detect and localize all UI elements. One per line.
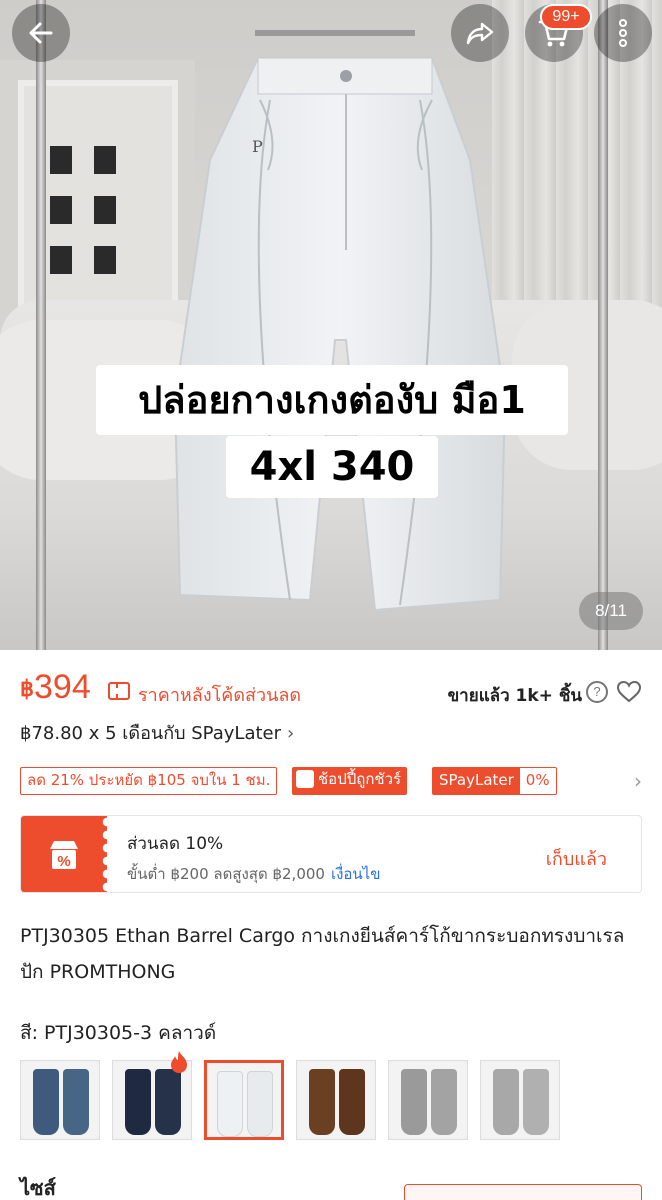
- product-page: P ปล่อยกางเกงต่องับ มือ1 4xl 340 8/11 99…: [0, 0, 662, 1200]
- voucher-title: ส่วนลด 10%: [127, 834, 224, 854]
- price-row: ฿394 ราคาหลังโค้ดส่วนลด ขายแล้ว 1k+ ชิ้น…: [20, 668, 642, 718]
- size-label: ไซส์: [20, 1176, 56, 1200]
- chevron-right-icon: ›: [287, 723, 295, 744]
- color-swatch-list: [20, 1060, 642, 1140]
- price-currency: ฿: [20, 676, 34, 701]
- installment-link[interactable]: ฿78.80 x 5 เดือนกับ SPayLater ›: [20, 718, 294, 747]
- price-value: 394: [34, 668, 91, 706]
- voucher-conditions: ขั้นต่ำ ฿200 ลดสูงสุด ฿2,000 เงื่อนไข: [127, 865, 381, 883]
- question-circle-icon[interactable]: ?: [586, 681, 608, 703]
- heart-outline-icon[interactable]: [616, 680, 642, 704]
- selected-color-label: สี: PTJ30305-3 คลาวด์: [20, 1022, 217, 1044]
- image-page-indicator: 8/11: [579, 592, 643, 630]
- arrow-left-icon: [29, 22, 53, 44]
- color-swatch-dark-blue[interactable]: [20, 1060, 100, 1140]
- spaylater-tag: SPayLater 0%: [432, 767, 557, 795]
- price-after-code-note[interactable]: ราคาหลังโค้ดส่วนลด: [138, 680, 301, 709]
- share-button[interactable]: [451, 4, 509, 62]
- price: ฿394: [20, 668, 91, 707]
- shopee-guarantee-tag: ช้อปปี้ถูกชัวร์: [292, 767, 408, 795]
- voucher-badge: %: [21, 816, 113, 892]
- cart-count-badge: 99+: [540, 4, 592, 30]
- flash-discount-tag: ลด 21% ประหยัด ฿105 จบใน 1 ชม.: [20, 767, 278, 795]
- hanger: [255, 30, 415, 36]
- voucher-collected-button[interactable]: เก็บแล้ว: [546, 844, 607, 873]
- svg-text:P: P: [252, 137, 263, 156]
- shop-percent-icon: %: [50, 841, 78, 870]
- jeans-photo: P: [173, 57, 507, 612]
- chevron-right-icon[interactable]: ›: [634, 769, 642, 793]
- clothing-rack-pole: [36, 0, 46, 650]
- clothing-rack-pole: [598, 0, 608, 650]
- voucher-terms-link[interactable]: เงื่อนไข: [331, 865, 381, 883]
- vertical-dots-icon: [619, 19, 627, 47]
- sold-count: ขายแล้ว 1k+ ชิ้น: [447, 686, 582, 706]
- svg-text:%: %: [57, 853, 70, 870]
- back-button[interactable]: [12, 4, 70, 62]
- product-image-gallery[interactable]: P ปล่อยกางเกงต่องับ มือ1 4xl 340 8/11: [0, 0, 662, 650]
- overlay-caption-line2: 4xl 340: [226, 436, 438, 498]
- thumbs-up-icon: [296, 769, 314, 788]
- color-swatch-brown[interactable]: [296, 1060, 376, 1140]
- color-swatch-light-grey[interactable]: [480, 1060, 560, 1140]
- product-title: PTJ30305 Ethan Barrel Cargo กางเกงยีนส์ค…: [20, 925, 625, 983]
- overlay-caption-line1: ปล่อยกางเกงต่องับ มือ1: [96, 365, 568, 435]
- color-swatch-cloud[interactable]: [204, 1060, 284, 1140]
- installment-text: ฿78.80 x 5 เดือนกับ SPayLater: [20, 723, 281, 744]
- color-swatch-grey[interactable]: [388, 1060, 468, 1140]
- more-options-button[interactable]: [594, 4, 652, 62]
- coupon-ticket-icon: [108, 682, 130, 700]
- share-arrow-icon: [466, 22, 494, 45]
- partially-visible-discount-chip: [404, 1184, 642, 1200]
- shop-voucher-card[interactable]: % ส่วนลด 10% ขั้นต่ำ ฿200 ลดสูงสุด ฿2,00…: [20, 815, 642, 893]
- promo-tags-row[interactable]: ลด 21% ประหยัด ฿105 จบใน 1 ชม. ช้อปปี้ถู…: [20, 767, 642, 795]
- fire-icon: [171, 1051, 187, 1073]
